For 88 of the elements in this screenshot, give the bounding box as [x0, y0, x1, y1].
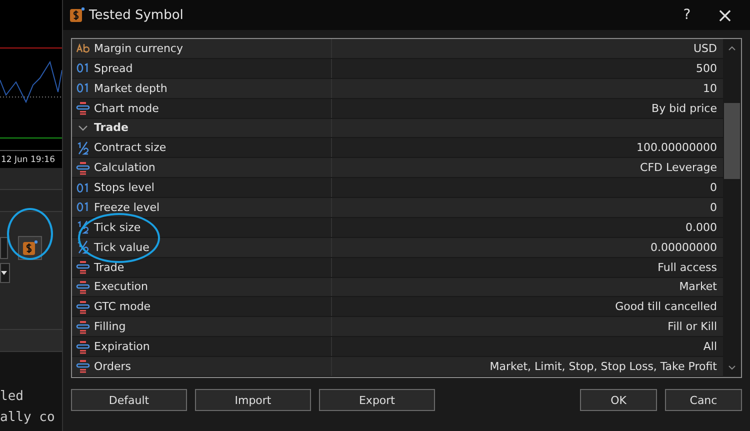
property-name: Stops level: [94, 181, 154, 194]
dollar-icon: [69, 7, 85, 23]
dialog-button[interactable]: Canc: [665, 389, 742, 411]
dialog-button[interactable]: OK: [580, 389, 657, 411]
property-name: Orders: [94, 360, 131, 373]
property-row[interactable]: Stops level 0: [72, 178, 723, 198]
dropdown-arrow-icon: [1, 271, 7, 275]
dialog-button[interactable]: Default: [71, 389, 187, 411]
property-name: Expiration: [94, 340, 150, 354]
property-value: Full access: [656, 260, 718, 274]
property-value: By bid price: [650, 102, 718, 115]
property-name: GTC mode: [94, 300, 151, 314]
property-row[interactable]: Calculation CFD Leverage: [72, 158, 723, 178]
integer-type-icon: [76, 201, 90, 214]
property-name: Tick size: [94, 220, 141, 234]
annotation-circle: [7, 208, 53, 260]
fraction-icon: [76, 140, 90, 155]
property-name: Spread: [94, 62, 133, 75]
log-line: led: [0, 389, 24, 404]
list-type-icon: [76, 260, 90, 274]
property-value: 10: [702, 82, 718, 95]
dialog-button[interactable]: Export: [319, 389, 435, 411]
list-type-icon: [76, 359, 90, 374]
close-button[interactable]: ×: [708, 3, 742, 27]
group-header-row[interactable]: Trade: [72, 118, 723, 138]
scrollbar[interactable]: [723, 39, 741, 377]
property-value: 100.00000000: [636, 141, 718, 154]
property-row[interactable]: Margin currency USD: [72, 39, 723, 59]
property-value: 0.000: [684, 220, 718, 234]
list-type-icon: [76, 160, 90, 175]
property-value: Good till cancelled: [614, 300, 718, 314]
property-row[interactable]: Execution Market: [72, 278, 723, 298]
list-type-icon: [76, 320, 90, 334]
help-button[interactable]: ?: [670, 7, 704, 23]
property-name: Margin currency: [94, 42, 183, 55]
property-row[interactable]: Tick value 0.00000000: [72, 238, 723, 258]
property-name: Trade: [94, 260, 124, 274]
chevron-down-icon[interactable]: [76, 122, 90, 133]
list-type-icon: [76, 340, 90, 354]
group-title: Trade: [94, 121, 128, 134]
property-name: Filling: [94, 320, 126, 334]
scroll-down-icon[interactable]: [728, 365, 736, 371]
integer-type-icon: [76, 62, 90, 74]
integer-type-icon: [76, 82, 90, 94]
chart-time-label: 12 Jun 19:16: [0, 154, 55, 164]
property-value: CFD Leverage: [639, 161, 718, 174]
property-row[interactable]: Expiration All: [72, 337, 723, 357]
property-value: 0: [709, 200, 718, 214]
property-value: All: [702, 340, 718, 354]
symbol-settings-button[interactable]: [18, 236, 42, 260]
property-value: 500: [695, 62, 718, 75]
property-value: Market: [678, 280, 718, 294]
integer-type-icon: [76, 182, 90, 194]
property-row[interactable]: Freeze level 0: [72, 198, 723, 218]
property-name: Contract size: [94, 141, 166, 154]
property-name: Calculation: [94, 161, 156, 174]
property-row[interactable]: Chart mode By bid price: [72, 98, 723, 118]
list-type-icon: [76, 300, 90, 314]
list-type-icon: [76, 280, 90, 294]
property-row[interactable]: Orders Market, Limit, Stop, Stop Loss, Take Profit: [72, 357, 723, 377]
property-row[interactable]: Filling Fill or Kill: [72, 317, 723, 338]
property-row[interactable]: Tick size 0.000: [72, 218, 723, 238]
property-value: Market, Limit, Stop, Stop Loss, Take Profit: [488, 360, 718, 373]
property-value: 0.00000000: [650, 240, 718, 254]
scroll-up-icon[interactable]: [728, 45, 736, 51]
log-line: ally co: [0, 410, 56, 425]
dialog-button[interactable]: Import: [195, 389, 311, 411]
dropdown[interactable]: [0, 263, 10, 283]
property-name: Chart mode: [94, 102, 159, 115]
property-row[interactable]: Trade Full access: [72, 258, 723, 278]
scrollbar-thumb[interactable]: [724, 103, 740, 179]
property-value: Fill or Kill: [666, 320, 718, 334]
property-name: Tick value: [94, 240, 150, 254]
property-name: Execution: [94, 280, 148, 294]
text-type-icon: [76, 42, 90, 54]
fraction-icon: [76, 240, 90, 254]
property-value: USD: [692, 42, 718, 55]
window-title: Tested Symbol: [89, 8, 184, 22]
property-row[interactable]: Contract size 100.00000000: [72, 138, 723, 158]
property-row[interactable]: GTC mode Good till cancelled: [72, 297, 723, 318]
property-name: Freeze level: [94, 200, 160, 214]
property-value: 0: [709, 181, 718, 194]
property-name: Market depth: [94, 82, 168, 95]
property-row[interactable]: Spread 500: [72, 58, 723, 79]
property-row[interactable]: Market depth 10: [72, 78, 723, 99]
fraction-icon: [76, 220, 90, 234]
list-type-icon: [76, 101, 90, 116]
dollar-icon: [22, 240, 38, 256]
